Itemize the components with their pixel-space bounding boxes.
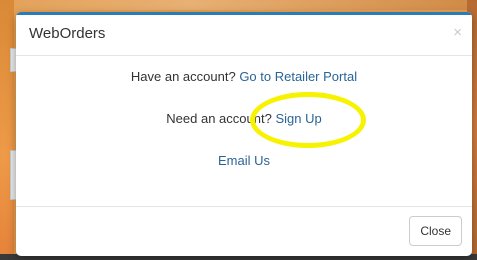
modal-footer: Close — [16, 206, 472, 256]
modal-title: WebOrders — [29, 25, 106, 42]
weborders-modal: WebOrders × Have an account? Go to Retai… — [16, 12, 472, 256]
modal-body: Have an account? Go to Retailer Portal N… — [16, 56, 472, 206]
need-account-text: Need an account? — [166, 111, 272, 126]
backdrop-left — [0, 0, 14, 260]
have-account-text: Have an account? — [130, 69, 236, 84]
retailer-portal-line: Have an account? Go to Retailer Portal — [16, 69, 472, 84]
backdrop-top — [0, 0, 477, 10]
email-us-link[interactable]: Email Us — [218, 153, 270, 168]
retailer-portal-link[interactable]: Go to Retailer Portal — [239, 69, 357, 84]
sign-up-link[interactable]: Sign Up — [275, 111, 321, 126]
close-icon[interactable]: × — [453, 24, 462, 41]
close-button[interactable]: Close — [409, 216, 462, 246]
modal-header: WebOrders × — [16, 15, 472, 56]
sign-up-line: Need an account? Sign Up — [16, 111, 472, 126]
email-line: Email Us — [16, 153, 472, 168]
